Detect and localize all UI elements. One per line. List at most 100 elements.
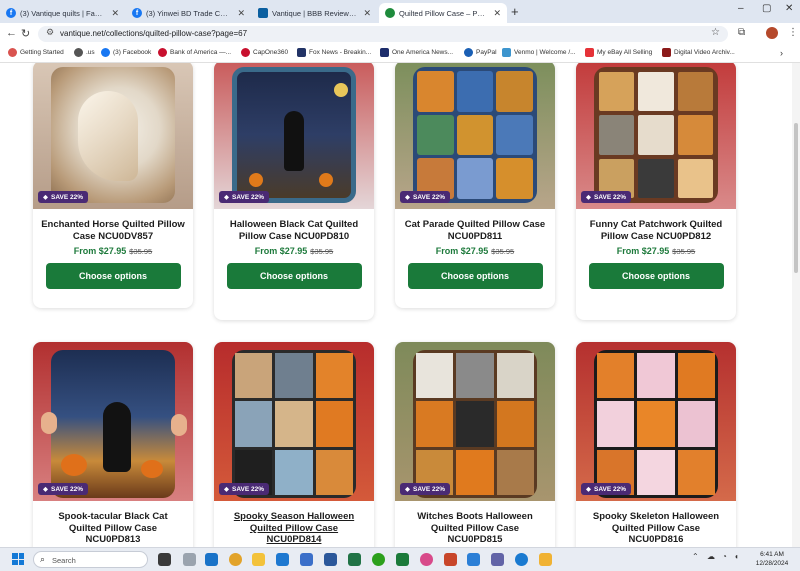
product-image[interactable]: ◆ SAVE 22% — [576, 63, 736, 209]
weather-icon[interactable]: ☁ — [707, 552, 715, 561]
file-explorer-icon[interactable] — [252, 553, 265, 566]
bookmark-us[interactable]: .us — [74, 48, 95, 57]
bookmark-bank-of-america[interactable]: Bank of America —... — [158, 48, 231, 57]
product-title[interactable]: Enchanted Horse Quilted Pillow Case NCU0… — [33, 219, 193, 242]
close-tab-icon[interactable]: ✕ — [237, 8, 245, 19]
product-card[interactable]: ◆ SAVE 22% Halloween Black Cat Quilted Pi… — [214, 63, 374, 320]
site-info-icon[interactable]: ⚙ — [46, 27, 54, 38]
product-image[interactable]: ◆ SAVE 22% — [395, 63, 555, 209]
windows-start-icon[interactable] — [12, 553, 24, 565]
outlook-icon[interactable] — [205, 553, 218, 566]
wifi-icon[interactable]: ◔ — [722, 552, 727, 561]
quickbooks-icon[interactable] — [372, 553, 385, 566]
bookmark-one-america-news[interactable]: One America News... — [380, 48, 453, 57]
tab-bbb-reviews[interactable]: Vantique | BBB Reviews | Better ✕ — [252, 3, 377, 23]
product-title[interactable]: Spook-tacular Black Cat Quilted Pillow C… — [33, 511, 193, 546]
product-card[interactable]: ◆ SAVE 22% Spooky Season Halloween Quilte… — [214, 342, 374, 547]
product-image[interactable]: ◆ SAVE 22% — [33, 63, 193, 209]
address-bar[interactable]: ⚙ vantique.net/collections/quilted-pillo… — [38, 26, 728, 42]
product-card[interactable]: ◆ SAVE 22% Enchanted Horse Quilted Pillow… — [33, 63, 193, 308]
product-image[interactable]: ◆ SAVE 22% — [214, 342, 374, 501]
reload-icon[interactable]: ↻ — [21, 27, 30, 40]
tab-strip: f (3) Vantique quilts | Facebook ✕ f (3)… — [0, 0, 800, 23]
chrome-icon[interactable] — [229, 553, 242, 566]
product-title[interactable]: Witches Boots Halloween Quilted Pillow C… — [395, 511, 555, 546]
sale-badge: ◆ SAVE 22% — [219, 483, 270, 495]
product-card[interactable]: ◆ SAVE 22% Spook-tacular Black Cat Quilte… — [33, 342, 193, 547]
product-card[interactable]: ◆ SAVE 22% Cat Parade Quilted Pillow Case… — [395, 63, 555, 308]
product-card[interactable]: ◆ SAVE 22% Witches Boots Halloween Quilte… — [395, 342, 555, 547]
extensions-icon[interactable]: ⧉ — [738, 27, 745, 38]
product-price: From $27.95 $35.95 — [254, 246, 334, 256]
edge-icon[interactable] — [300, 553, 313, 566]
choose-options-button[interactable]: Choose options — [45, 263, 181, 289]
close-tab-icon[interactable]: ✕ — [111, 8, 119, 19]
product-image[interactable]: ◆ SAVE 22% — [214, 63, 374, 209]
product-title[interactable]: Spooky Skeleton Halloween Quilted Pillow… — [576, 511, 736, 546]
choose-options-button[interactable]: Choose options — [226, 263, 362, 289]
folder-icon[interactable] — [539, 553, 552, 566]
tag-icon: ◆ — [224, 194, 229, 201]
music-icon[interactable] — [420, 553, 433, 566]
bookmark-facebook[interactable]: (3) Facebook — [101, 48, 151, 57]
bookmark-star-icon[interactable]: ☆ — [711, 27, 720, 38]
url-text[interactable]: vantique.net/collections/quilted-pillow-… — [60, 29, 247, 38]
product-card[interactable]: ◆ SAVE 22% Spooky Skeleton Halloween Quil… — [576, 342, 736, 547]
bbb-icon — [258, 8, 268, 18]
taskbar-search[interactable]: ⌕ Search — [33, 551, 148, 568]
widgets-icon[interactable] — [183, 553, 196, 566]
task-view-icon[interactable] — [158, 553, 171, 566]
facebook-icon — [101, 48, 110, 57]
ebay-icon — [585, 48, 594, 57]
bookmark-capone360[interactable]: CapOne360 — [241, 48, 288, 57]
product-image[interactable]: ◆ SAVE 22% — [33, 342, 193, 501]
photos-icon[interactable] — [444, 553, 457, 566]
close-tab-icon[interactable]: ✕ — [493, 8, 501, 19]
bookmark-ebay[interactable]: My eBay All Selling — [585, 48, 652, 57]
product-title[interactable]: Halloween Black Cat Quilted Pillow Case … — [214, 219, 374, 242]
archive-icon — [662, 48, 671, 57]
scroll-thumb[interactable] — [794, 123, 798, 273]
product-image[interactable]: ◆ SAVE 22% — [576, 342, 736, 501]
tab-vantique-facebook[interactable]: f (3) Vantique quilts | Facebook ✕ — [0, 3, 125, 23]
bookmark-fox-news[interactable]: Fox News - Breakin... — [297, 48, 371, 57]
browser-toolbar: ← ↻ ⚙ vantique.net/collections/quilted-p… — [0, 23, 800, 45]
paypal-icon — [464, 48, 473, 57]
chevron-up-icon[interactable]: ⌃ — [692, 552, 699, 561]
capone-icon — [241, 48, 250, 57]
close-window-icon[interactable]: ✕ — [785, 3, 793, 14]
onedrive-icon[interactable] — [467, 553, 480, 566]
product-image[interactable]: ◆ SAVE 22% — [395, 342, 555, 501]
product-card[interactable]: ◆ SAVE 22% Funny Cat Patchwork Quilted Pi… — [576, 63, 736, 320]
product-title[interactable]: Spooky Season Halloween Quilted Pillow C… — [214, 511, 374, 546]
browser-icon[interactable] — [515, 553, 528, 566]
word-icon[interactable] — [324, 553, 337, 566]
tab-yinwei-facebook[interactable]: f (3) Yinwei BD Trade Co. Ltd | Fa ✕ — [126, 3, 251, 23]
page-scrollbar[interactable] — [792, 63, 800, 547]
product-price: From $27.95 $35.95 — [73, 246, 153, 256]
bookmark-getting-started[interactable]: Getting Started — [8, 48, 64, 57]
tab-quilted-pillow-case[interactable]: Quilted Pillow Case – Page 67 - ✕ — [379, 3, 507, 23]
product-title[interactable]: Cat Parade Quilted Pillow Case NCU0PD811 — [395, 219, 555, 242]
chevron-right-icon[interactable]: › — [780, 48, 783, 58]
product-price: From $27.95 $35.95 — [435, 246, 515, 256]
spreadsheet-icon[interactable] — [396, 553, 409, 566]
choose-options-button[interactable]: Choose options — [407, 263, 543, 289]
product-title[interactable]: Funny Cat Patchwork Quilted Pillow Case … — [576, 219, 736, 242]
back-icon[interactable]: ← — [6, 27, 17, 39]
bookmark-paypal[interactable]: PayPal — [464, 48, 497, 57]
maximize-icon[interactable]: ▢ — [762, 3, 771, 14]
bookmark-venmo[interactable]: Venmo | Welcome /... — [502, 48, 576, 57]
system-clock[interactable]: 6:41 AM 12/28/2024 — [752, 550, 792, 568]
bookmark-digital-video-archive[interactable]: Digital Video Archiv... — [662, 48, 735, 57]
choose-options-button[interactable]: Choose options — [588, 263, 724, 289]
excel-icon[interactable] — [348, 553, 361, 566]
teams-icon[interactable] — [491, 553, 504, 566]
volume-icon[interactable]: ◖ — [734, 552, 739, 561]
menu-icon[interactable]: ⋮ — [788, 27, 798, 38]
mail-icon[interactable] — [276, 553, 289, 566]
close-tab-icon[interactable]: ✕ — [363, 8, 371, 19]
new-tab-icon[interactable]: + — [511, 4, 519, 19]
minimize-icon[interactable]: – — [738, 3, 744, 14]
profile-avatar[interactable] — [766, 27, 778, 39]
